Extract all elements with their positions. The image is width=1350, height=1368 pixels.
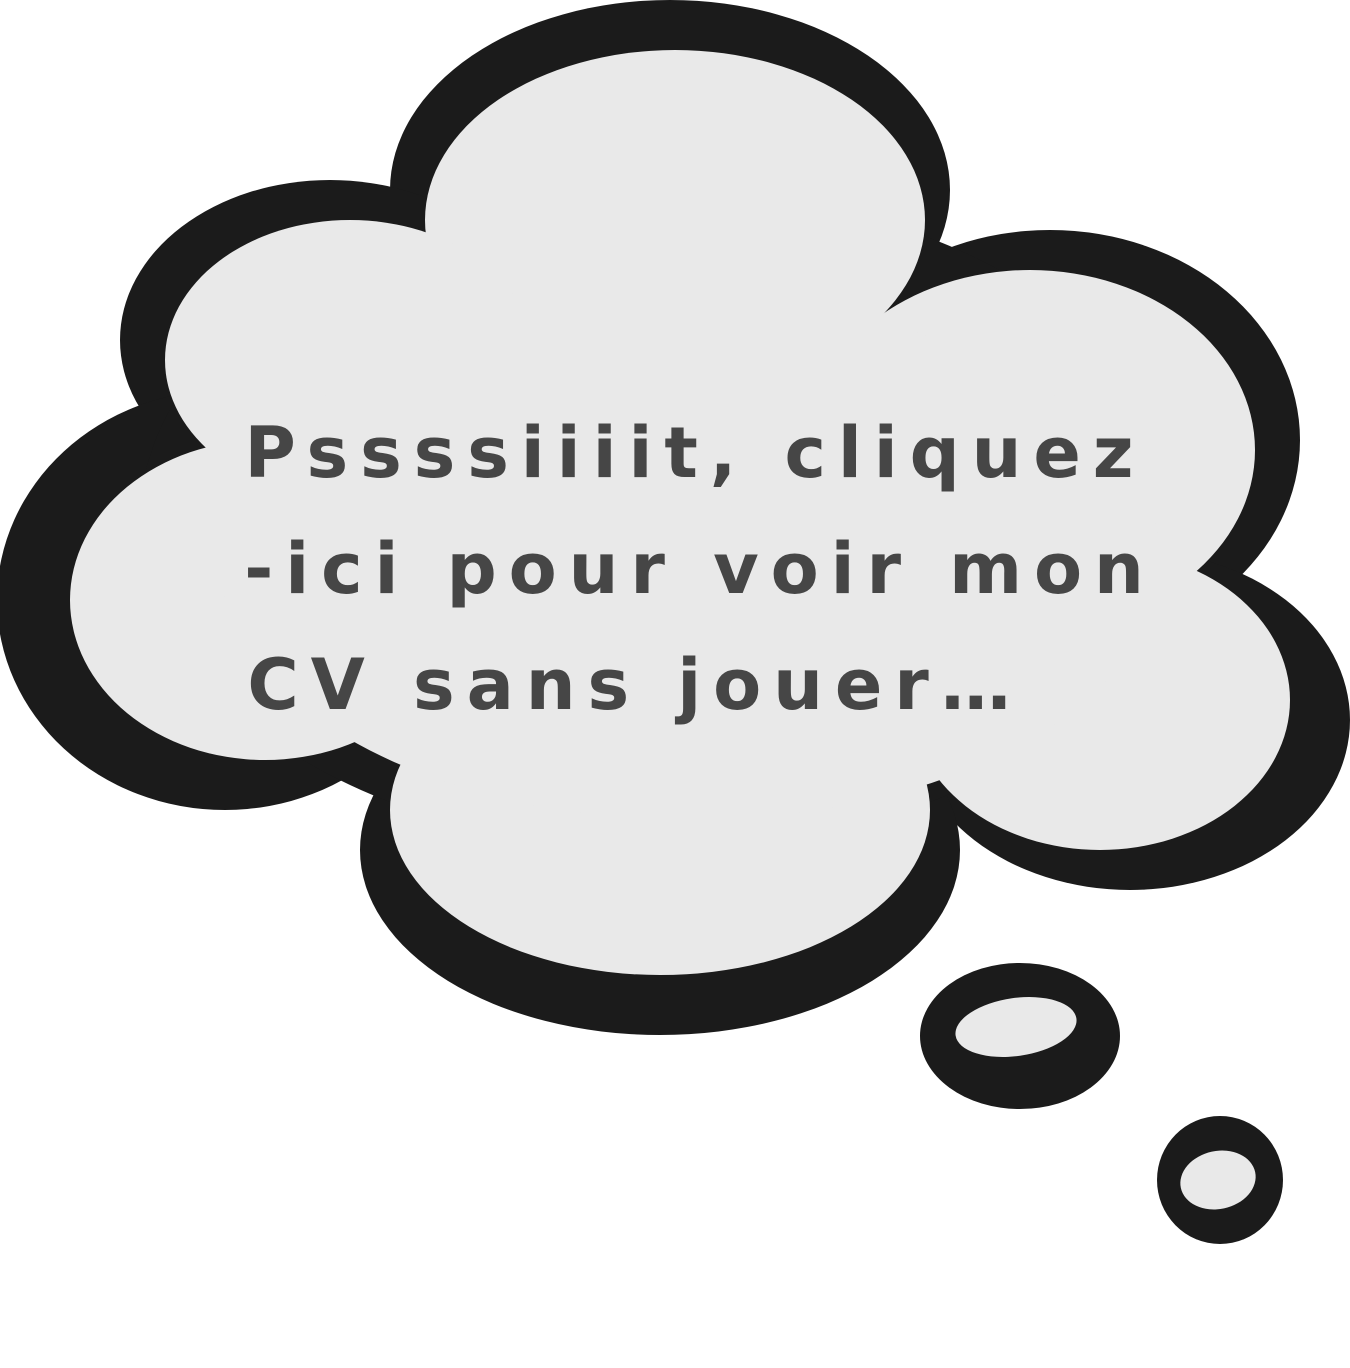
thought-dot-small xyxy=(1157,1116,1283,1244)
bubble-text-line-1: Pssssiiiit, cliquez xyxy=(244,412,1146,494)
cv-link-thought-bubble[interactable]: Pssssiiiit, cliquez -ici pour voir mon C… xyxy=(0,0,1350,1368)
bubble-text-line-3: CV sans jouer… xyxy=(247,644,1023,726)
bubble-message: Pssssiiiit, cliquez -ici pour voir mon C… xyxy=(150,395,1240,743)
bubble-text-line-2: -ici pour voir mon xyxy=(244,528,1156,610)
thought-dot-medium xyxy=(920,963,1120,1109)
